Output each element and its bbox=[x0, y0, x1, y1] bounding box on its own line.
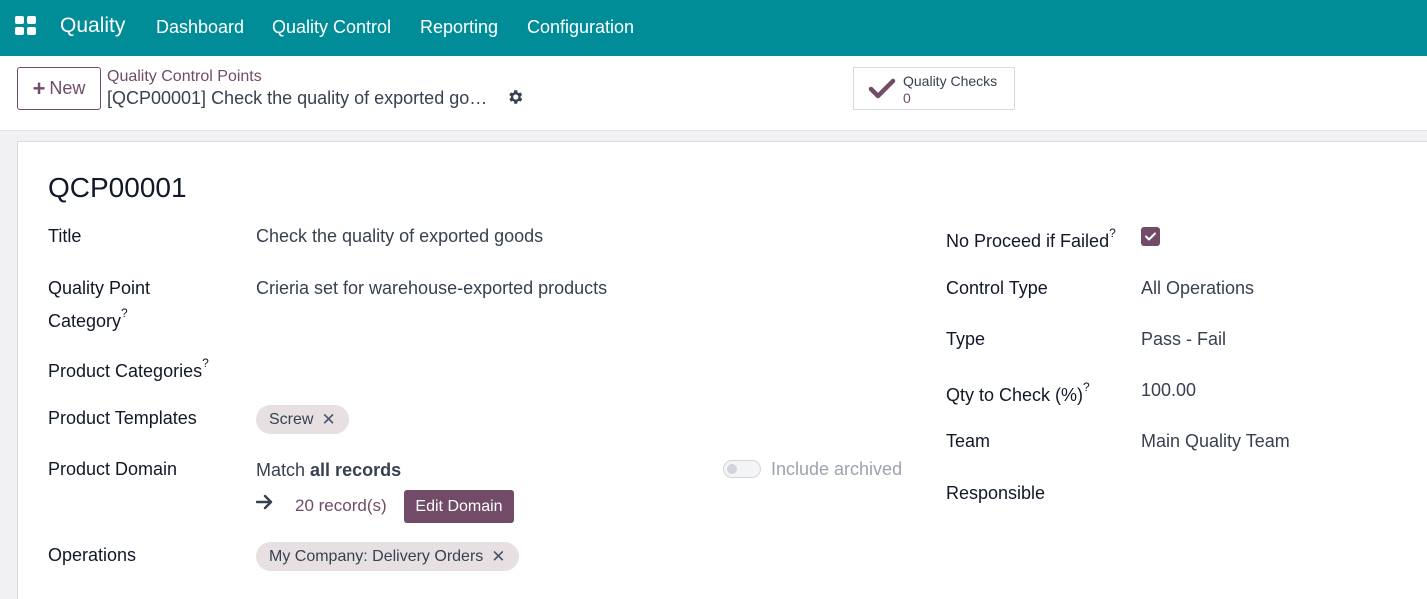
domain-records-link[interactable]: 20 record(s) bbox=[295, 492, 387, 520]
label-line2: Category bbox=[48, 311, 122, 331]
new-button-label: New bbox=[49, 78, 86, 98]
product-domain-label: Product Domain bbox=[48, 459, 178, 479]
tag-label: My Company: Delivery Orders bbox=[269, 547, 484, 565]
include-archived-toggle[interactable] bbox=[723, 460, 761, 478]
qty-to-check-field[interactable]: 100.00 bbox=[1141, 376, 1196, 404]
qty-to-check-label: Qty to Check (%)? bbox=[946, 376, 1090, 409]
operations-label: Operations bbox=[48, 545, 137, 565]
product-template-tag: Screw ✕ bbox=[256, 405, 349, 434]
team-label: Team bbox=[946, 431, 991, 451]
record-reference: QCP00001 bbox=[48, 172, 187, 203]
nav-dashboard[interactable]: Dashboard bbox=[156, 17, 244, 38]
help-icon[interactable]: ? bbox=[202, 356, 209, 370]
operation-tag: My Company: Delivery Orders ✕ bbox=[256, 542, 519, 571]
type-label: Type bbox=[946, 329, 986, 349]
help-icon[interactable]: ? bbox=[1083, 380, 1090, 394]
no-proceed-label: No Proceed if Failed? bbox=[946, 222, 1116, 255]
no-proceed-checkbox[interactable] bbox=[1141, 227, 1160, 246]
remove-tag-icon[interactable]: ✕ bbox=[491, 547, 505, 567]
quality-checks-smart-button[interactable]: Quality Checks 0 bbox=[853, 67, 1015, 110]
help-icon[interactable]: ? bbox=[121, 306, 128, 320]
product-templates-label: Product Templates bbox=[48, 408, 197, 428]
label-line1: Quality Point bbox=[48, 278, 151, 298]
product-categories-label-text: Product Categories bbox=[48, 361, 203, 381]
nav-quality-control[interactable]: Quality Control bbox=[272, 17, 391, 38]
record-title: [QCP00001] Check the quality of exported… bbox=[107, 88, 488, 108]
toggle-knob bbox=[727, 464, 737, 474]
control-panel: + New Quality Control Points [QCP00001] … bbox=[0, 56, 1427, 131]
quality-point-category-label: Quality Point Category? bbox=[48, 274, 150, 335]
check-icon bbox=[868, 78, 896, 99]
title-field[interactable]: Check the quality of exported goods bbox=[256, 222, 543, 250]
app-name[interactable]: Quality bbox=[60, 14, 125, 38]
match-prefix: Match bbox=[256, 460, 306, 480]
no-proceed-label-text: No Proceed if Failed bbox=[946, 231, 1110, 251]
apps-menu-icon[interactable] bbox=[15, 16, 37, 36]
include-archived-label: Include archived bbox=[771, 459, 903, 479]
arrow-right-icon bbox=[256, 494, 273, 510]
control-type-label: Control Type bbox=[946, 278, 1048, 298]
control-type-field[interactable]: All Operations bbox=[1141, 274, 1254, 302]
quality-point-category-field[interactable]: Crieria set for warehouse-exported produ… bbox=[256, 274, 607, 302]
checkmark-icon bbox=[1145, 232, 1156, 241]
new-button[interactable]: + New bbox=[17, 67, 101, 110]
tag-label: Screw bbox=[269, 410, 314, 428]
breadcrumb-link[interactable]: Quality Control Points bbox=[107, 68, 262, 86]
team-field[interactable]: Main Quality Team bbox=[1141, 427, 1290, 455]
plus-icon: + bbox=[32, 75, 46, 101]
type-field[interactable]: Pass - Fail bbox=[1141, 325, 1226, 353]
responsible-field[interactable] bbox=[1141, 479, 1391, 507]
domain-match-text: Match all records bbox=[256, 456, 401, 484]
match-scope: all records bbox=[310, 460, 402, 480]
help-icon[interactable]: ? bbox=[1109, 226, 1116, 240]
nav-reporting[interactable]: Reporting bbox=[420, 17, 498, 38]
responsible-label: Responsible bbox=[946, 483, 1046, 503]
form-sheet bbox=[17, 141, 1427, 599]
edit-domain-button[interactable]: Edit Domain bbox=[404, 490, 514, 523]
title-label: Title bbox=[48, 226, 82, 246]
product-categories-label: Product Categories? bbox=[48, 352, 209, 385]
qty-to-check-label-text: Qty to Check (%) bbox=[946, 385, 1084, 405]
smart-button-count: 0 bbox=[903, 90, 911, 106]
smart-button-label: Quality Checks bbox=[903, 73, 998, 89]
top-navbar: Quality Dashboard Quality Control Report… bbox=[0, 0, 1427, 56]
remove-tag-icon[interactable]: ✕ bbox=[321, 410, 335, 430]
gear-icon[interactable] bbox=[506, 88, 524, 106]
nav-configuration[interactable]: Configuration bbox=[527, 17, 634, 38]
